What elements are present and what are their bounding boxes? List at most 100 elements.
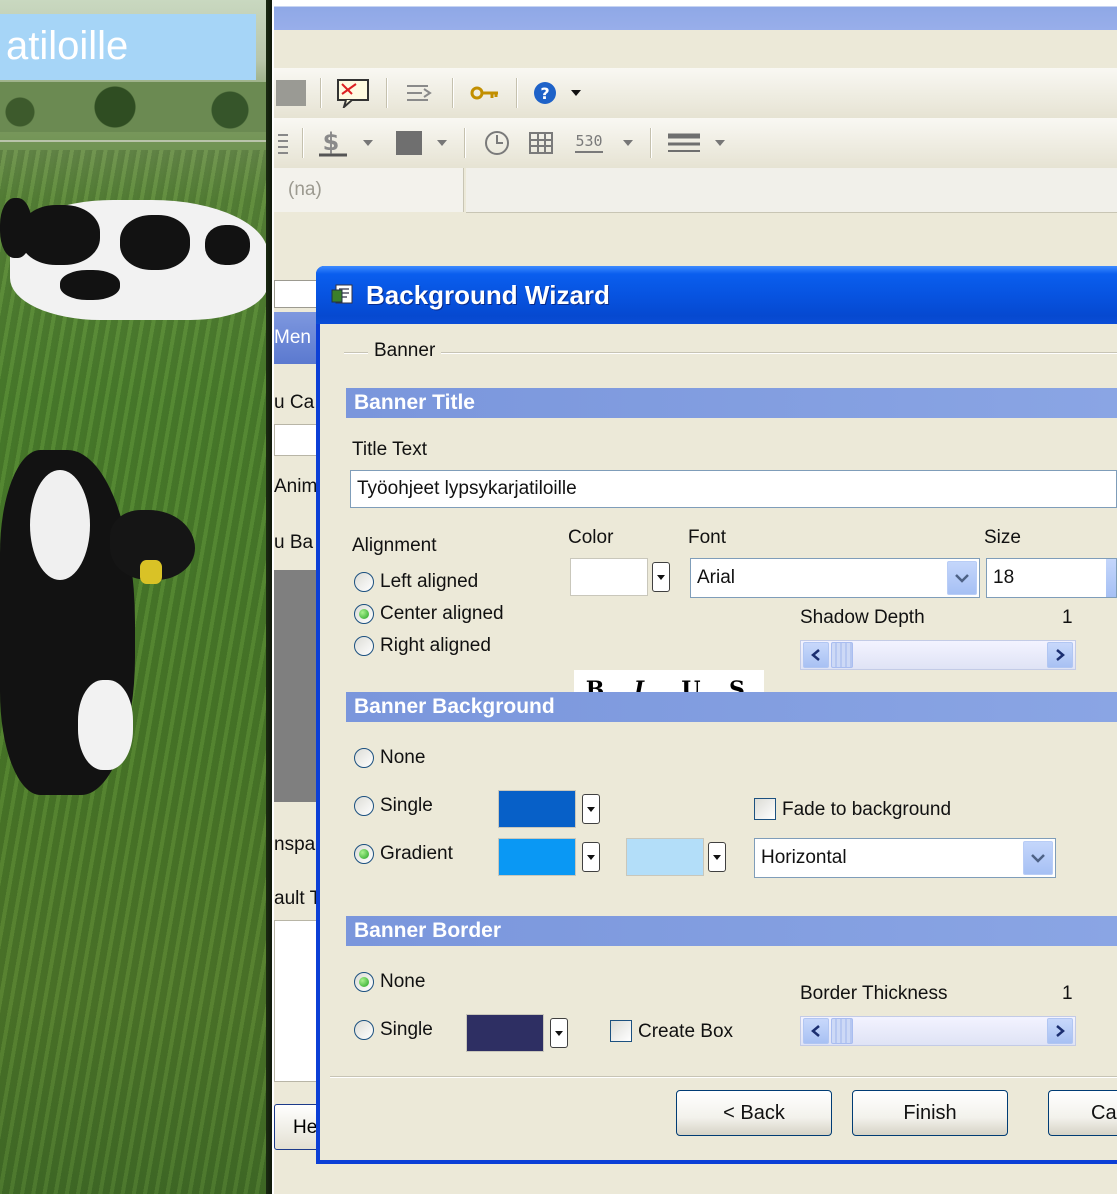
properties-field[interactable] [274,424,320,456]
radio-border-single[interactable] [354,1020,374,1040]
help-dropdown-button[interactable] [568,77,584,109]
create-box-checkbox[interactable] [610,1020,632,1042]
radio-center-aligned[interactable] [354,604,374,624]
box-icon [276,80,306,106]
comment-button[interactable] [334,77,372,109]
radio-border-single-label[interactable]: Single [380,1018,433,1042]
slider-left-arrow[interactable] [803,642,829,668]
radio-background-gradient[interactable] [354,844,374,864]
radio-right-aligned[interactable] [354,636,374,656]
cancel-button[interactable]: Ca [1048,1090,1117,1136]
section-header-banner-title: Banner Title [346,388,1117,418]
field-name-box[interactable]: (na) [274,168,464,212]
radio-background-none[interactable] [354,748,374,768]
formula-input[interactable] [466,168,1117,213]
radio-background-none-label[interactable]: None [380,746,425,770]
radio-background-single-label[interactable]: Single [380,794,433,818]
radio-background-single[interactable] [354,796,374,816]
line-style-button[interactable] [664,127,704,159]
size-input[interactable]: 18 [986,558,1117,598]
app-menu-bar [274,30,1117,68]
title-text-input[interactable]: Työohjeet lypsykarjatiloille [350,470,1117,508]
group-line [344,352,1117,354]
cow-face-white [30,470,90,580]
title-text-label: Title Text [352,439,427,460]
slider-right-arrow[interactable] [1047,642,1073,668]
radio-background-gradient-label[interactable]: Gradient [380,842,453,866]
slider-thumb[interactable] [831,642,853,668]
time-format-button[interactable] [480,127,514,159]
color-label: Color [568,527,614,548]
toolbar-separator [650,128,652,158]
background-photo: atiloille [0,0,272,1194]
toolbar-separator [516,78,518,108]
chevron-down-icon [571,90,581,96]
align-icon [278,134,288,154]
border-thickness-slider[interactable] [800,1016,1076,1046]
currency-format-button[interactable]: $ [316,127,352,159]
help-button[interactable]: ? [530,77,560,109]
tab-order-button[interactable] [402,77,436,109]
gradient-direction-select[interactable]: Horizontal [754,838,1056,878]
fill-color-button[interactable] [392,127,426,159]
back-button[interactable]: < Back [676,1090,832,1136]
toolbar-format: $ 530 [274,118,1117,169]
hidden-input[interactable] [274,280,320,308]
shadow-depth-slider[interactable] [800,640,1076,670]
title-color-swatch[interactable] [570,558,648,596]
finish-button[interactable]: Finish [852,1090,1008,1136]
fade-to-background-checkbox[interactable] [754,798,776,820]
gradient-color-2-swatch[interactable] [626,838,704,876]
title-color-dropdown[interactable] [652,562,670,592]
slider-thumb[interactable] [831,1018,853,1044]
dialog-title-bar[interactable]: Background Wizard [316,266,1117,324]
gradient-color-1-dropdown[interactable] [582,842,600,872]
fade-to-background-label[interactable]: Fade to background [782,798,951,822]
number-dropdown-button[interactable] [620,127,636,159]
font-select-button[interactable] [947,561,977,595]
key-button[interactable] [468,77,502,109]
gradient-color-2-dropdown[interactable] [708,842,726,872]
status-area [274,1164,1117,1194]
toolbar-separator [464,128,466,158]
section-header-banner-border: Banner Border [346,916,1117,946]
properties-help-button[interactable]: He [274,1104,322,1150]
fence-line [0,140,272,142]
border-color-swatch[interactable] [466,1014,544,1052]
cow-muzzle [78,680,133,770]
chevron-left-icon [811,1025,820,1037]
number-format-button[interactable]: 530 [570,127,608,159]
currency-dropdown-button[interactable] [360,127,376,159]
radio-right-aligned-label[interactable]: Right aligned [380,634,491,658]
toolbar-box-button[interactable] [274,77,308,109]
gradient-direction-button[interactable] [1023,841,1053,875]
font-select[interactable]: Arial [690,558,980,598]
size-spin-button[interactable] [1106,559,1116,597]
border-color-dropdown[interactable] [550,1018,568,1048]
chevron-down-icon [587,854,595,860]
dollar-icon: $ [319,128,347,157]
chevron-down-icon [587,806,595,812]
radio-left-aligned-label[interactable]: Left aligned [380,570,478,594]
gradient-color-1-swatch[interactable] [498,838,576,876]
help-icon: ? [534,82,556,104]
line-style-dropdown-button[interactable] [712,127,728,159]
single-color-swatch[interactable] [498,790,576,828]
size-input-value: 18 [993,567,1015,588]
radio-border-none[interactable] [354,972,374,992]
table-button[interactable] [524,127,558,159]
wizard-app-icon [331,284,353,304]
banner-preview-text: atiloille [6,24,129,68]
fill-dropdown-button[interactable] [434,127,450,159]
slider-right-arrow[interactable] [1047,1018,1073,1044]
create-box-label[interactable]: Create Box [638,1020,733,1044]
radio-center-aligned-label[interactable]: Center aligned [380,602,504,626]
comment-icon [337,79,369,108]
radio-left-aligned[interactable] [354,572,374,592]
app-title-bar [274,0,1117,30]
slider-left-arrow[interactable] [803,1018,829,1044]
radio-border-none-label[interactable]: None [380,970,425,994]
single-color-dropdown[interactable] [582,794,600,824]
align-button[interactable] [274,127,292,159]
font-select-value: Arial [697,567,736,588]
